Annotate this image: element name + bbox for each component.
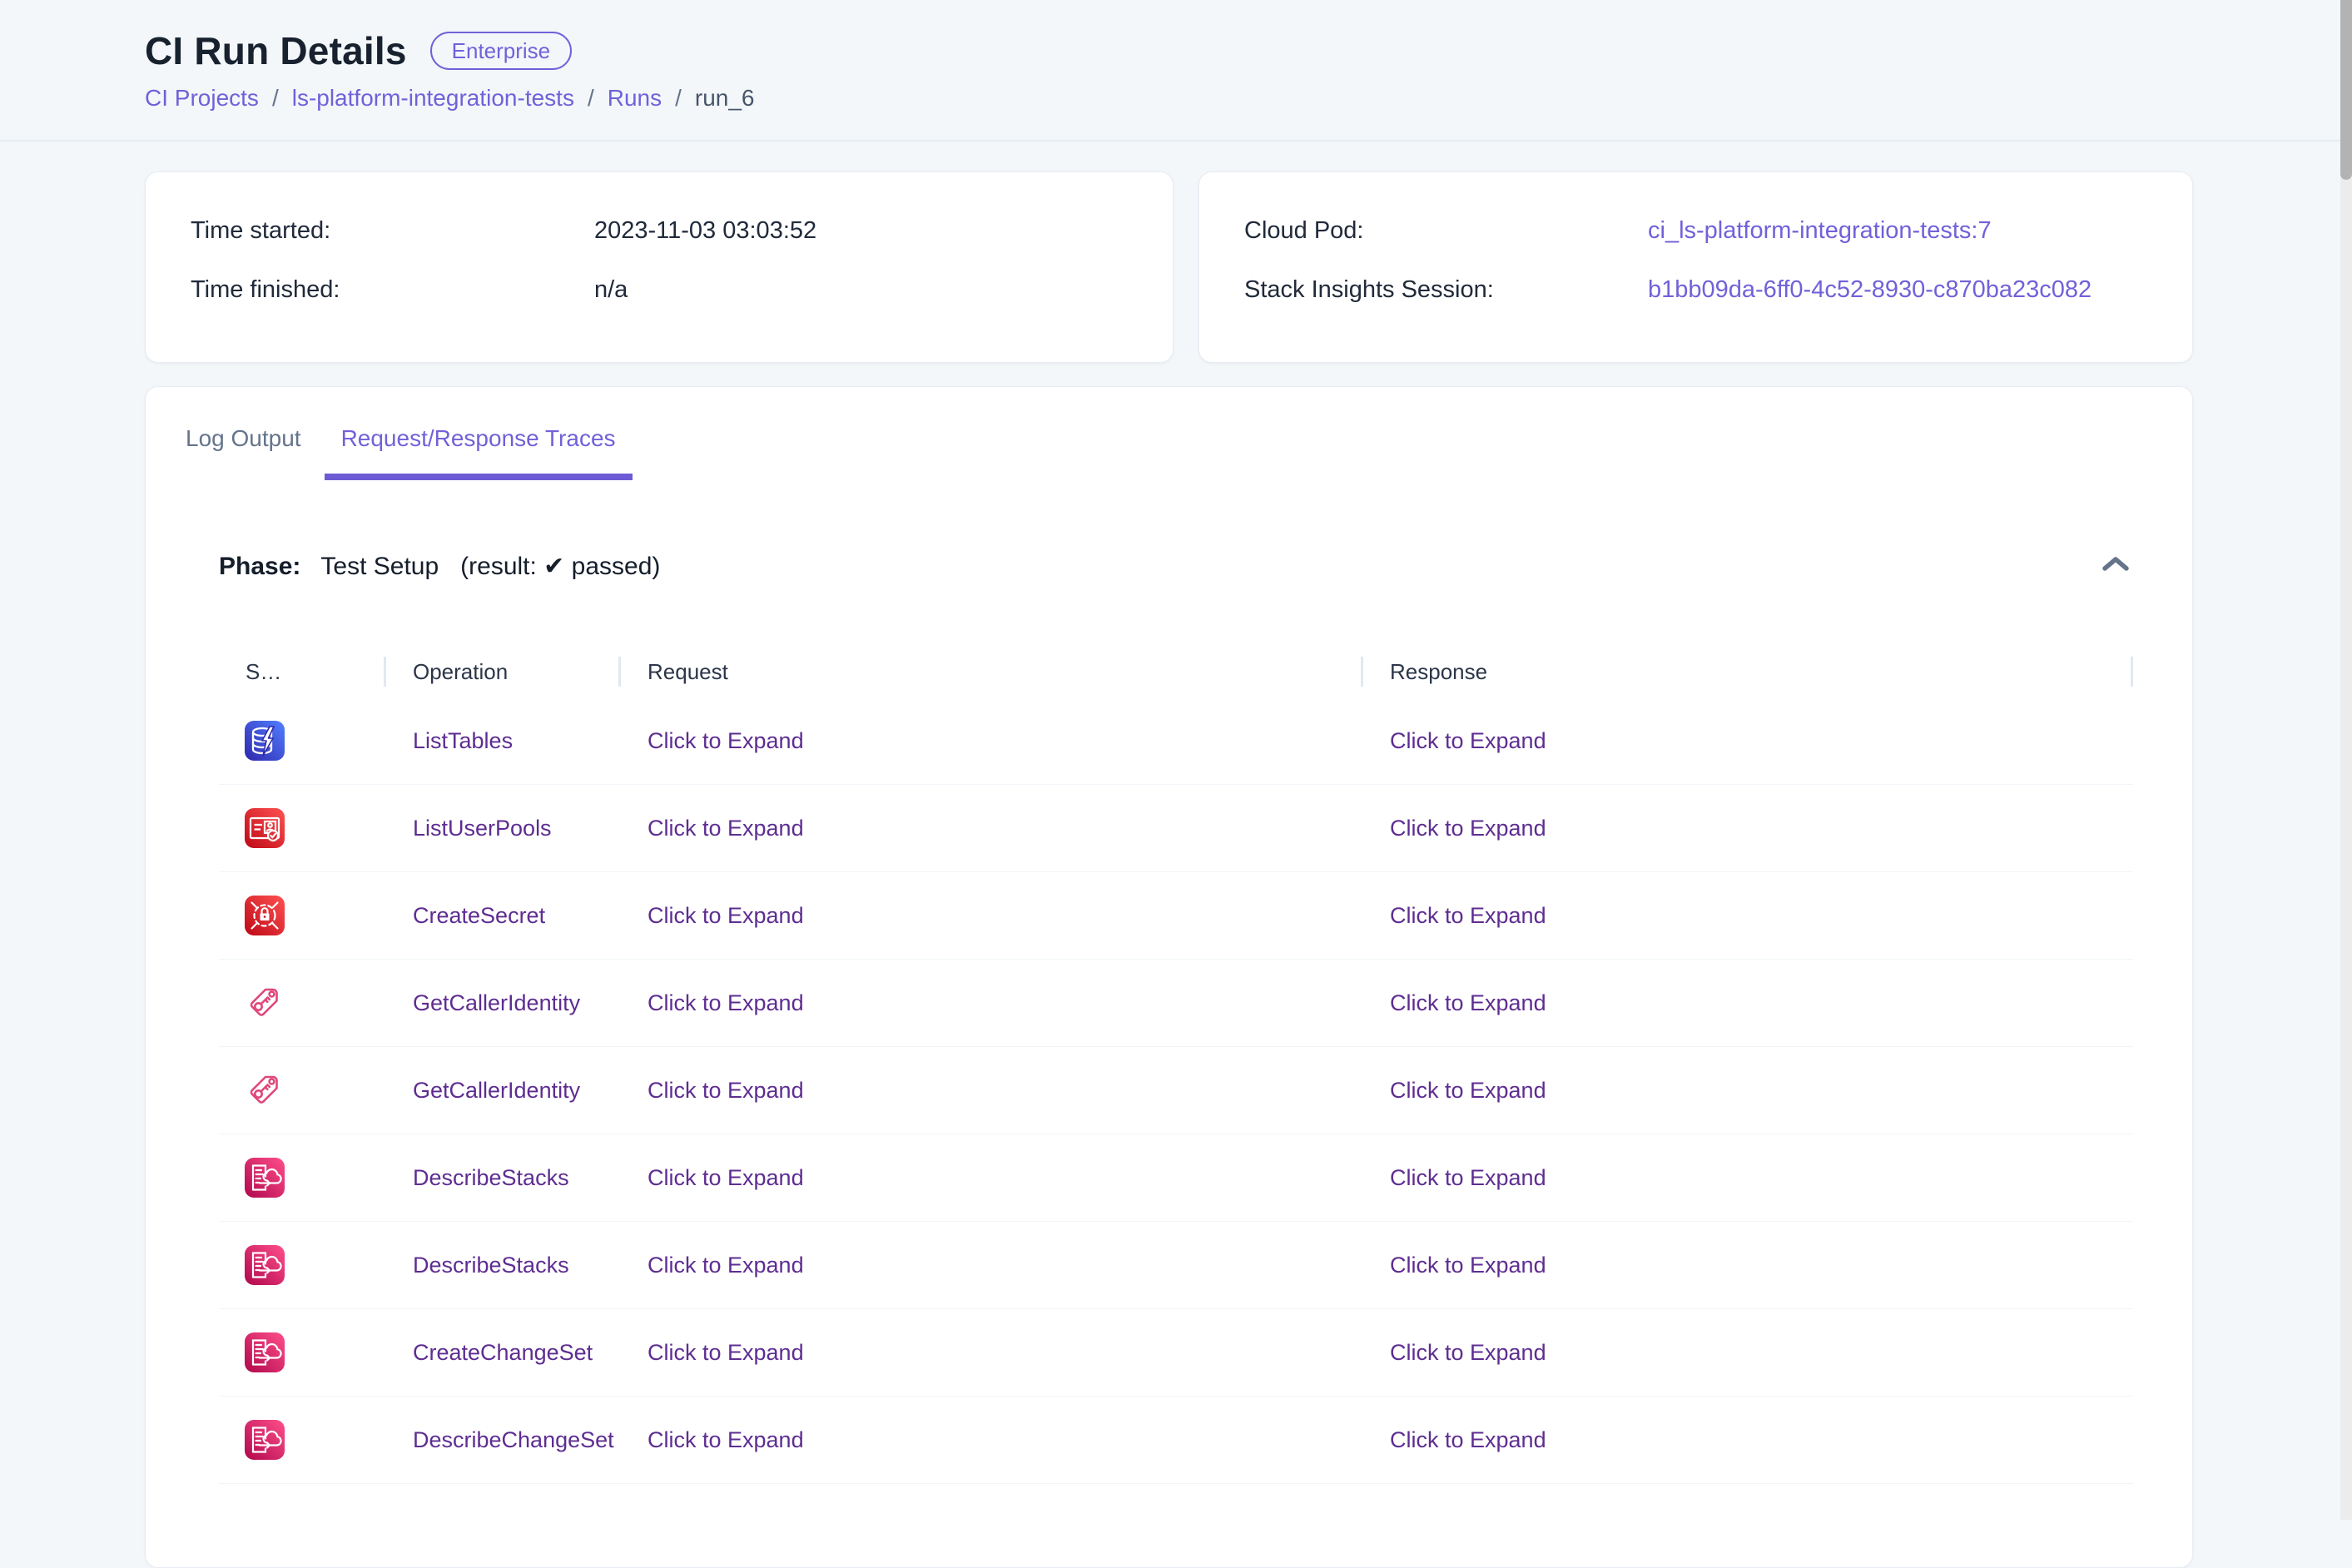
tab-log-output[interactable]: Log Output (169, 420, 318, 480)
operation-link[interactable]: DescribeStacks (413, 1253, 569, 1278)
breadcrumb-current-run: run_6 (695, 85, 755, 112)
service-icon-cell (219, 1332, 386, 1372)
request-expand-link[interactable]: Click to Expand (648, 1253, 804, 1278)
breadcrumb-ci-projects[interactable]: CI Projects (145, 85, 259, 112)
request-expand-link[interactable]: Click to Expand (648, 1078, 804, 1103)
table-row[interactable]: DescribeStacks Click to Expand Click to … (219, 1134, 2133, 1222)
response-expand-link[interactable]: Click to Expand (1390, 1340, 1546, 1365)
scrollbar-track[interactable] (2340, 0, 2352, 1520)
sts-icon (245, 1070, 285, 1110)
stack-insights-session-link[interactable]: b1bb09da-6ff0-4c52-8930-c870ba23c082 (1648, 276, 2091, 304)
column-header-service: S… (219, 646, 386, 697)
response-expand-link[interactable]: Click to Expand (1390, 1427, 1546, 1452)
request-expand-link[interactable]: Click to Expand (648, 1165, 804, 1190)
cloudformation-icon (245, 1245, 285, 1285)
breadcrumb-runs[interactable]: Runs (608, 85, 662, 112)
service-icon-cell (219, 983, 386, 1023)
sts-icon (245, 983, 285, 1023)
time-finished-label: Time finished: (191, 276, 594, 304)
service-icon-cell (219, 721, 386, 761)
column-header-response: Response (1363, 646, 2133, 697)
response-expand-link[interactable]: Click to Expand (1390, 728, 1546, 753)
cloudformation-icon (245, 1158, 285, 1198)
dynamodb-icon (245, 721, 285, 761)
table-row[interactable]: ListUserPools Click to Expand Click to E… (219, 785, 2133, 872)
cognito-icon (245, 808, 285, 848)
response-expand-link[interactable]: Click to Expand (1390, 1253, 1546, 1278)
request-expand-link[interactable]: Click to Expand (648, 1340, 804, 1365)
cloudformation-icon (245, 1332, 285, 1372)
time-started-label: Time started: (191, 217, 594, 245)
table-row[interactable]: ListTables Click to Expand Click to Expa… (219, 697, 2133, 785)
stack-insights-label: Stack Insights Session: (1244, 276, 1648, 304)
operation-link[interactable]: DescribeChangeSet (413, 1427, 614, 1452)
scrollbar-thumb[interactable] (2340, 0, 2352, 180)
service-icon-cell (219, 1070, 386, 1110)
page-title: CI Run Details (145, 28, 407, 73)
table-row[interactable]: CreateSecret Click to Expand Click to Ex… (219, 872, 2133, 960)
table-row[interactable]: DescribeStacks Click to Expand Click to … (219, 1222, 2133, 1309)
response-expand-link[interactable]: Click to Expand (1390, 816, 1546, 841)
operation-link[interactable]: CreateChangeSet (413, 1340, 593, 1365)
breadcrumb-project[interactable]: ls-platform-integration-tests (292, 85, 574, 112)
collapse-phase-button[interactable] (2099, 553, 2132, 579)
chevron-up-icon (2099, 553, 2132, 579)
request-expand-link[interactable]: Click to Expand (648, 903, 804, 928)
breadcrumb-separator: / (588, 85, 594, 112)
time-finished-value: n/a (594, 276, 628, 304)
phase-result: (result: ✔ passed) (460, 552, 660, 581)
table-row[interactable]: CreateChangeSet Click to Expand Click to… (219, 1309, 2133, 1397)
cloud-pod-label: Cloud Pod: (1244, 217, 1648, 245)
request-expand-link[interactable]: Click to Expand (648, 728, 804, 753)
operation-link[interactable]: GetCallerIdentity (413, 1078, 580, 1103)
service-icon-cell (219, 1245, 386, 1285)
tab-request-response-traces[interactable]: Request/Response Traces (325, 420, 633, 480)
secretsmanager-icon (245, 896, 285, 935)
request-expand-link[interactable]: Click to Expand (648, 1427, 804, 1452)
tab-bar: Log Output Request/Response Traces (146, 420, 2192, 480)
response-expand-link[interactable]: Click to Expand (1390, 1078, 1546, 1103)
enterprise-badge: Enterprise (430, 32, 573, 70)
service-icon-cell (219, 808, 386, 848)
service-icon-cell (219, 1420, 386, 1460)
column-header-request: Request (621, 646, 1363, 697)
cloudformation-icon (245, 1420, 285, 1460)
column-header-operation: Operation (386, 646, 621, 697)
breadcrumb: CI Projects / ls-platform-integration-te… (145, 85, 2352, 112)
trace-table: S… Operation Request Response ListTables… (219, 646, 2133, 1484)
table-row[interactable]: DescribeChangeSet Click to Expand Click … (219, 1397, 2133, 1484)
phase-label: Phase: (219, 553, 300, 581)
response-expand-link[interactable]: Click to Expand (1390, 1165, 1546, 1190)
operation-link[interactable]: GetCallerIdentity (413, 990, 580, 1015)
request-expand-link[interactable]: Click to Expand (648, 990, 804, 1015)
breadcrumb-separator: / (675, 85, 682, 112)
time-started-value: 2023-11-03 03:03:52 (594, 217, 816, 245)
summary-cards: Time started: 2023-11-03 03:03:52 Time f… (145, 171, 2352, 363)
trace-table-header: S… Operation Request Response (219, 646, 2133, 697)
traces-card: Log Output Request/Response Traces Phase… (145, 386, 2193, 1568)
trace-table-body: ListTables Click to Expand Click to Expa… (219, 697, 2133, 1484)
time-summary-card: Time started: 2023-11-03 03:03:52 Time f… (145, 171, 1174, 363)
response-expand-link[interactable]: Click to Expand (1390, 990, 1546, 1015)
page-header: CI Run Details Enterprise CI Projects / … (0, 0, 2352, 141)
operation-link[interactable]: ListUserPools (413, 816, 552, 841)
operation-link[interactable]: DescribeStacks (413, 1165, 569, 1190)
service-icon-cell (219, 1158, 386, 1198)
table-row[interactable]: GetCallerIdentity Click to Expand Click … (219, 960, 2133, 1047)
service-icon-cell (219, 896, 386, 935)
breadcrumb-separator: / (272, 85, 279, 112)
table-row[interactable]: GetCallerIdentity Click to Expand Click … (219, 1047, 2133, 1134)
operation-link[interactable]: CreateSecret (413, 903, 545, 928)
phase-name: Test Setup (320, 553, 439, 581)
links-summary-card: Cloud Pod: ci_ls-platform-integration-te… (1198, 171, 2193, 363)
operation-link[interactable]: ListTables (413, 728, 513, 753)
response-expand-link[interactable]: Click to Expand (1390, 903, 1546, 928)
request-expand-link[interactable]: Click to Expand (648, 816, 804, 841)
cloud-pod-link[interactable]: ci_ls-platform-integration-tests:7 (1648, 217, 1992, 245)
phase-header[interactable]: Phase: Test Setup (result: ✔ passed) (146, 552, 2192, 581)
